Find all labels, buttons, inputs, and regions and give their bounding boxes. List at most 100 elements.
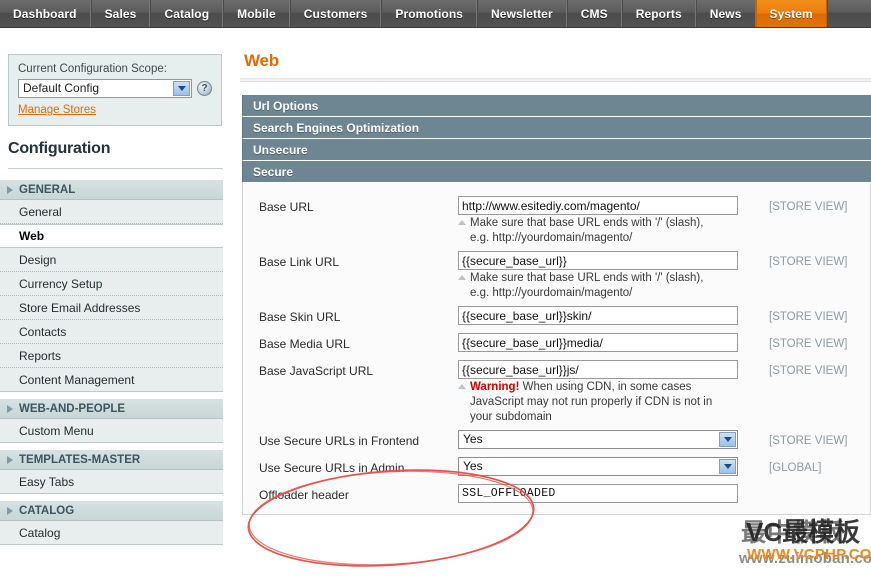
chevron-down-icon[interactable] [719, 459, 736, 474]
sidebar-item-easy-tabs[interactable]: Easy Tabs [0, 470, 223, 494]
tree-group-general[interactable]: GENERAL [0, 179, 223, 200]
sidebar-item-general[interactable]: General [0, 200, 223, 224]
note-bullet-icon [458, 384, 466, 389]
nav-item-reports[interactable]: Reports [621, 0, 696, 27]
scope-tag-use-secure-urls-frontend: [STORE VIEW] [769, 435, 848, 447]
scope-tag-base-link-url: [STORE VIEW] [769, 256, 848, 268]
note-line-1: Make sure that base URL ends with '/' (s… [470, 272, 704, 284]
field-row-base-link-url: Base Link URL Make sure that base URL en… [243, 248, 870, 303]
field-label-base-link-url: Base Link URL [259, 255, 340, 269]
main-content: Web Url Options Search Engines Optimizat… [230, 28, 871, 577]
field-note-base-javascript-url: Warning! When using CDN, in some cases J… [458, 380, 743, 425]
section-header-unsecure[interactable]: Unsecure [242, 139, 871, 161]
nav-item-catalog[interactable]: Catalog [150, 0, 224, 27]
field-note-base-url: Make sure that base URL ends with '/' (s… [458, 216, 743, 246]
help-icon[interactable]: ? [197, 81, 212, 96]
section-header-seo[interactable]: Search Engines Optimization [242, 117, 871, 139]
nav-item-mobile[interactable]: Mobile [223, 0, 290, 27]
triangle-right-icon [7, 455, 13, 464]
field-label-use-secure-urls-admin: Use Secure URLs in Admin [259, 461, 405, 475]
base-link-url-input[interactable] [458, 251, 738, 270]
scope-tag-base-media-url: [STORE VIEW] [769, 338, 848, 350]
page-section-title: Configuration [8, 140, 223, 169]
section-header-url-options[interactable]: Url Options [242, 95, 871, 117]
section-header-secure[interactable]: Secure [242, 161, 871, 183]
field-row-base-url: Base URL Make sure that base URL ends wi… [243, 193, 870, 248]
sidebar-item-contacts[interactable]: Contacts [0, 320, 223, 344]
nav-item-newsletter[interactable]: Newsletter [477, 0, 567, 27]
field-row-use-secure-urls-frontend: Use Secure URLs in Frontend Yes [STORE V… [243, 427, 870, 454]
warning-label: Warning! [470, 381, 520, 393]
base-media-url-input[interactable] [458, 333, 738, 352]
nav-item-customers[interactable]: Customers [289, 0, 382, 27]
field-label-base-skin-url: Base Skin URL [259, 310, 341, 324]
note-line-1: Make sure that base URL ends with '/' (s… [470, 217, 704, 229]
field-label-base-javascript-url: Base JavaScript URL [259, 364, 374, 378]
sidebar-item-reports[interactable]: Reports [0, 344, 223, 368]
magento-admin-configuration-page: Dashboard Sales Catalog Mobile Customers… [0, 0, 871, 577]
scope-select-value: Default Config [23, 81, 100, 95]
triangle-right-icon [7, 506, 13, 515]
sidebar-item-content-management[interactable]: Content Management [0, 368, 223, 392]
base-skin-url-input[interactable] [458, 306, 738, 325]
config-sections: Url Options Search Engines Optimization … [242, 95, 871, 515]
sidebar-item-store-email-addresses[interactable]: Store Email Addresses [0, 296, 223, 320]
field-label-offloader-header: Offloader header [259, 488, 349, 502]
note-bullet-icon [458, 275, 466, 280]
note-line-2: e.g. http://yourdomain/magento/ [470, 287, 633, 299]
triangle-right-icon [7, 404, 13, 413]
use-secure-urls-frontend-value: Yes [463, 432, 483, 446]
nav-item-dashboard[interactable]: Dashboard [0, 0, 91, 27]
nav-item-cms[interactable]: CMS [566, 0, 622, 27]
scope-tag-use-secure-urls-admin: [GLOBAL] [769, 462, 822, 474]
base-url-input[interactable] [458, 196, 738, 215]
sidebar-item-web[interactable]: Web [0, 224, 223, 248]
tree-group-templates-master-label: TEMPLATES-MASTER [19, 453, 141, 466]
sidebar-item-custom-menu[interactable]: Custom Menu [0, 419, 223, 443]
tree-group-web-and-people[interactable]: WEB-AND-PEOPLE [0, 398, 223, 419]
nav-item-news[interactable]: News [695, 0, 756, 27]
tree-group-catalog[interactable]: CATALOG [0, 500, 223, 521]
sidebar-item-design[interactable]: Design [0, 248, 223, 272]
note-line-1: When using CDN, in some cases [522, 381, 692, 393]
sidebar-item-catalog[interactable]: Catalog [0, 521, 223, 545]
note-line-2: JavaScript may not run properly if CDN i… [470, 396, 713, 408]
note-bullet-icon [458, 220, 466, 225]
page-title: Web [244, 51, 279, 70]
sidebar-item-currency-setup[interactable]: Currency Setup [0, 272, 223, 296]
tree-group-web-and-people-label: WEB-AND-PEOPLE [19, 402, 126, 415]
title-divider [240, 78, 871, 82]
use-secure-urls-frontend-select[interactable]: Yes [458, 430, 738, 449]
base-javascript-url-input[interactable] [458, 360, 738, 379]
scope-label: Current Configuration Scope: [18, 63, 167, 75]
offloader-header-input[interactable] [458, 484, 738, 503]
chevron-down-icon[interactable] [173, 81, 190, 96]
tree-group-catalog-label: CATALOG [19, 504, 75, 517]
scope-tag-base-skin-url: [STORE VIEW] [769, 311, 848, 323]
chevron-down-icon[interactable] [719, 432, 736, 447]
configuration-scope-panel: Current Configuration Scope: Default Con… [8, 54, 222, 126]
scope-tag-base-javascript-url: [STORE VIEW] [769, 365, 848, 377]
field-label-base-url: Base URL [259, 200, 314, 214]
note-line-2: e.g. http://yourdomain/magento/ [470, 232, 633, 244]
field-row-offloader-header: Offloader header [243, 481, 870, 508]
note-line-3: your subdomain [470, 411, 552, 423]
nav-item-sales[interactable]: Sales [90, 0, 151, 27]
field-label-base-media-url: Base Media URL [259, 337, 350, 351]
scope-tag-base-url: [STORE VIEW] [769, 201, 848, 213]
main-navigation-bar: Dashboard Sales Catalog Mobile Customers… [0, 0, 871, 28]
scope-select[interactable]: Default Config [18, 79, 192, 98]
field-note-base-link-url: Make sure that base URL ends with '/' (s… [458, 271, 743, 301]
tree-group-general-label: GENERAL [19, 183, 76, 196]
nav-item-promotions[interactable]: Promotions [381, 0, 478, 27]
use-secure-urls-admin-select[interactable]: Yes [458, 457, 738, 476]
nav-item-system[interactable]: System [755, 0, 827, 27]
section-body-secure: Base URL Make sure that base URL ends wi… [242, 183, 871, 515]
use-secure-urls-admin-value: Yes [463, 459, 483, 473]
triangle-right-icon [7, 185, 13, 194]
nav-filler [826, 0, 871, 27]
field-row-base-skin-url: Base Skin URL [STORE VIEW] [243, 303, 870, 330]
tree-group-templates-master[interactable]: TEMPLATES-MASTER [0, 449, 223, 470]
field-row-base-javascript-url: Base JavaScript URL Warning! When using … [243, 357, 870, 427]
manage-stores-link[interactable]: Manage Stores [18, 104, 96, 116]
